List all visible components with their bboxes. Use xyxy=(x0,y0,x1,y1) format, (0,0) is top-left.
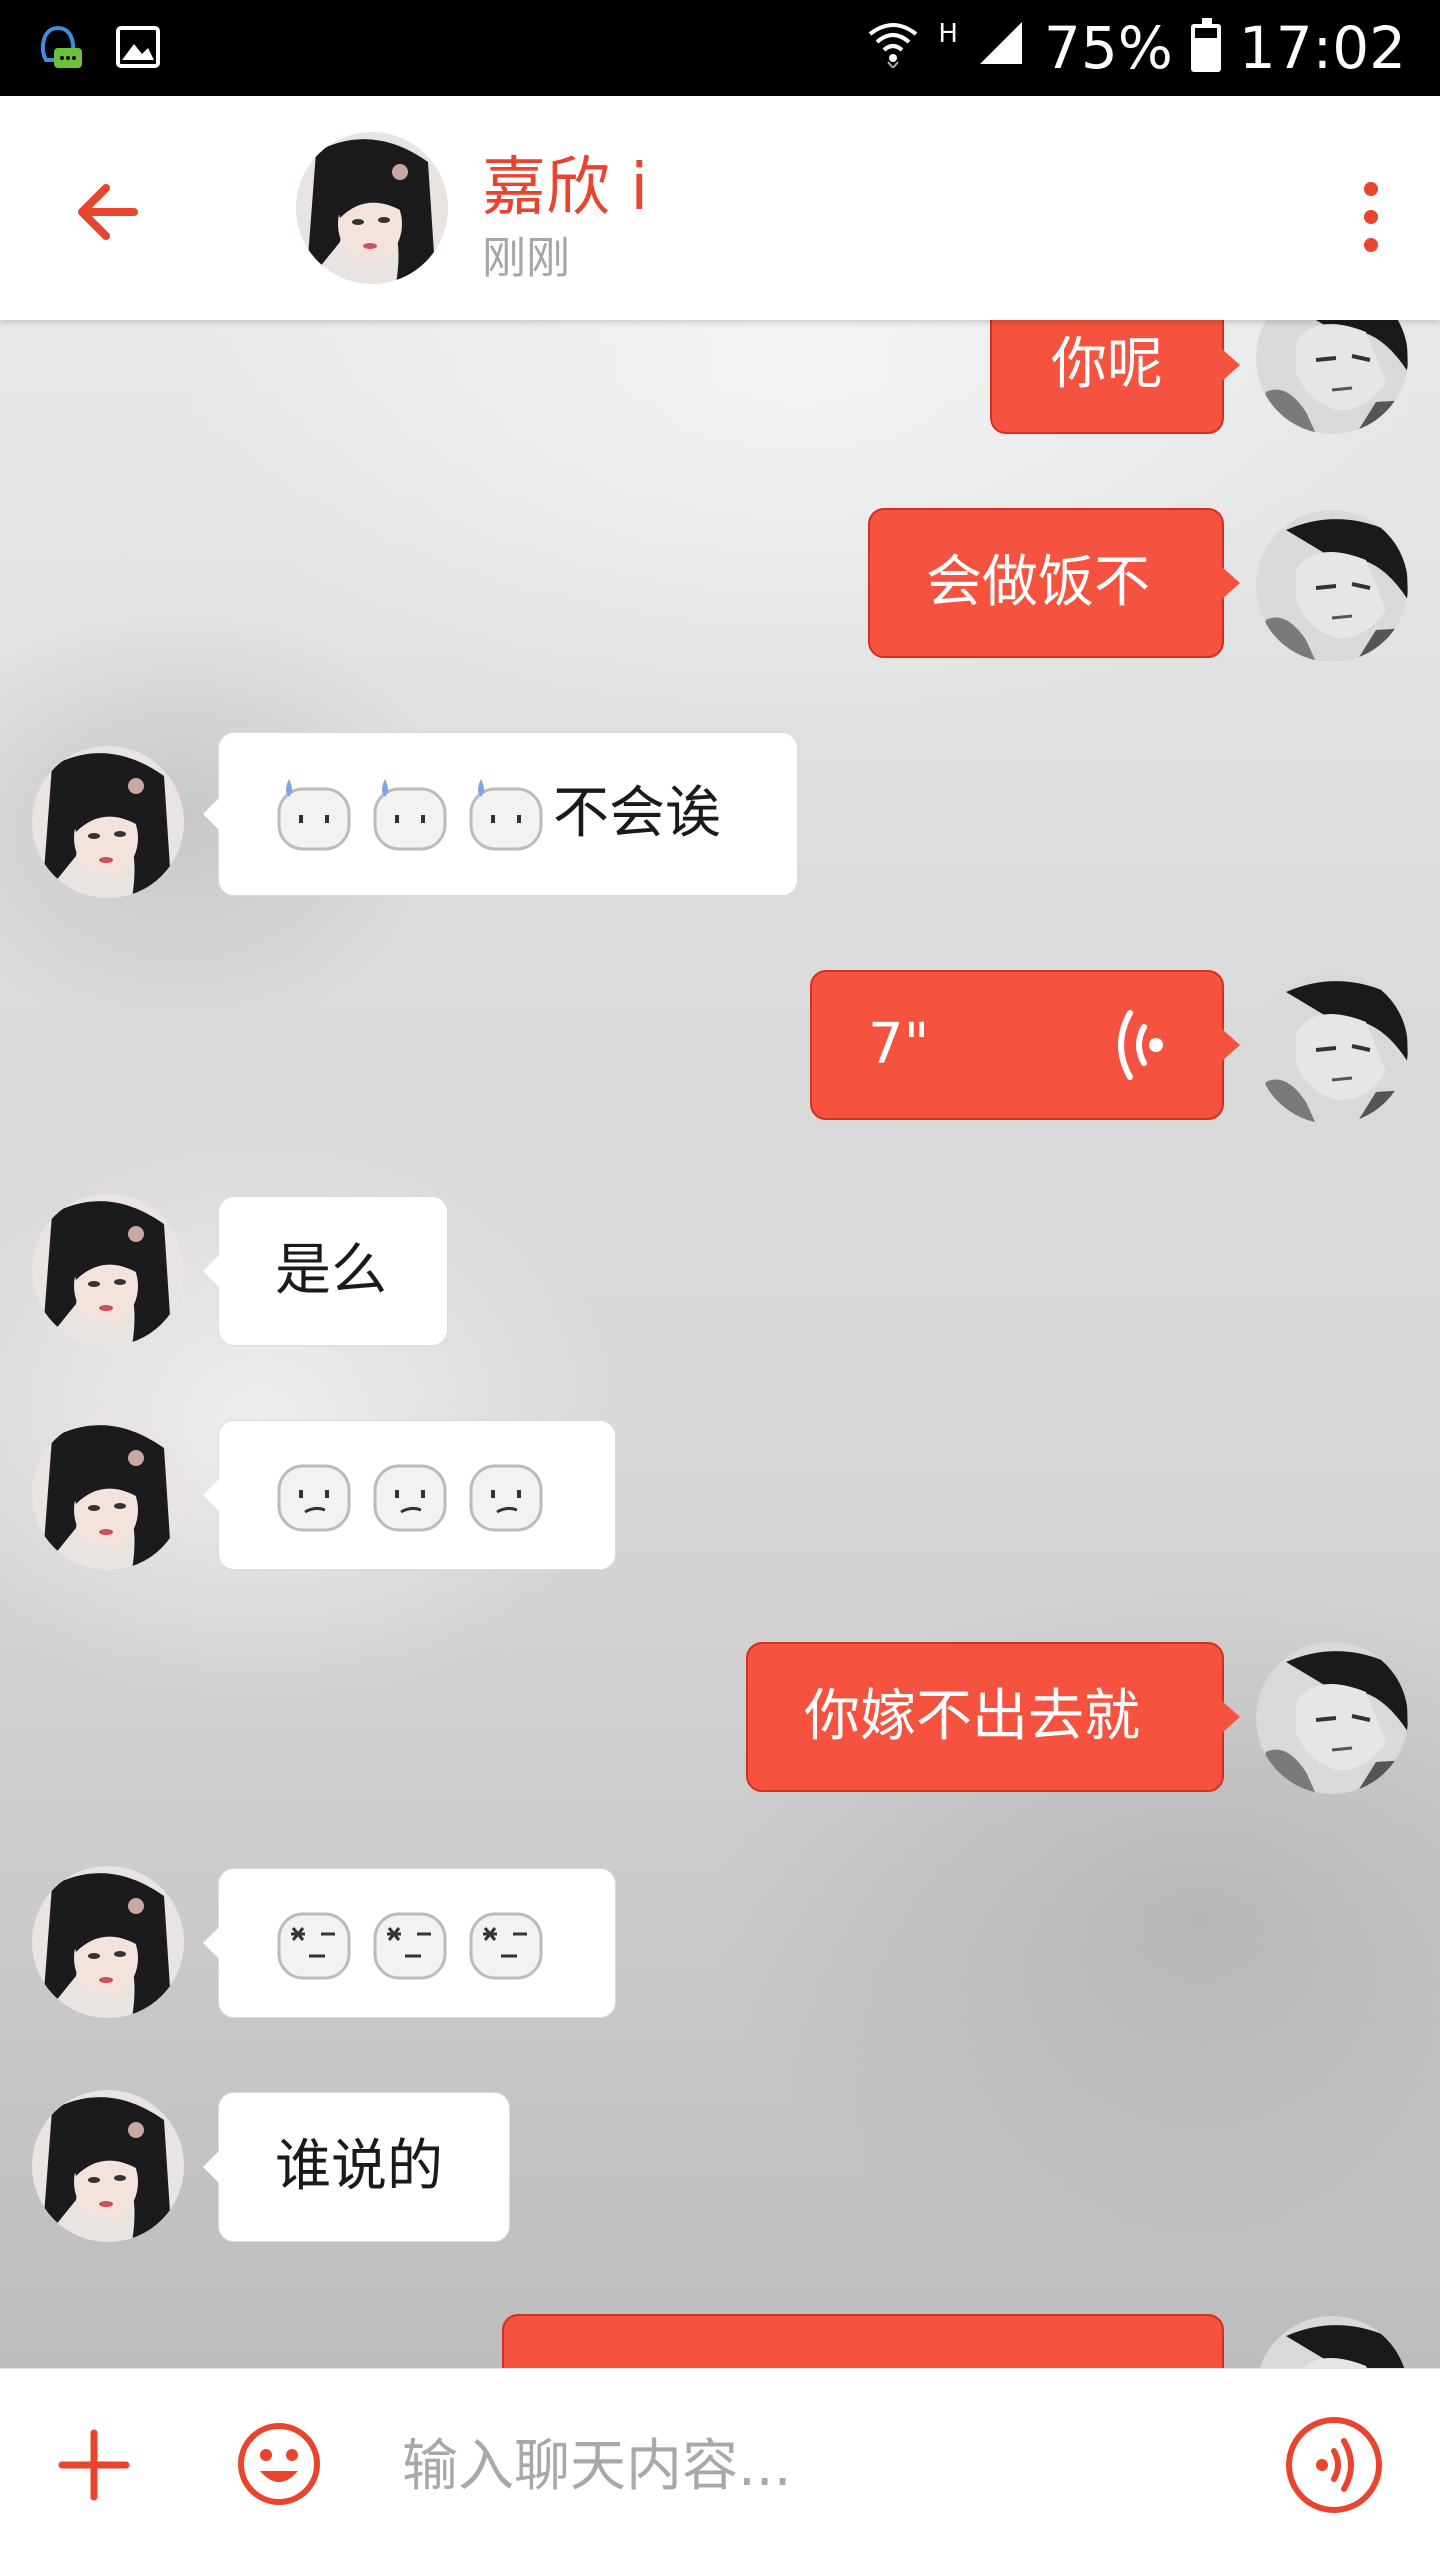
message-text: 不会诶 xyxy=(553,781,721,846)
outgoing-bubble[interactable]: 会做饭不 xyxy=(868,508,1240,658)
voice-duration: 7" xyxy=(868,1012,930,1077)
confused-emoji xyxy=(373,1464,447,1532)
emoji-button[interactable] xyxy=(236,2421,322,2507)
dizzy-emoji xyxy=(373,1912,447,1980)
my-avatar[interactable] xyxy=(1256,320,1408,434)
voice-playback-icon xyxy=(1118,1010,1163,1080)
contact-message-avatar[interactable] xyxy=(32,1194,184,1346)
message-input-bar xyxy=(0,2368,1440,2561)
battery-icon xyxy=(1190,18,1221,72)
voice-input-button[interactable] xyxy=(1284,2415,1384,2515)
network-type: H xyxy=(938,19,958,49)
attach-button[interactable] xyxy=(56,2427,132,2503)
incoming-bubble[interactable]: 谁说的 xyxy=(203,2092,510,2242)
sweat-emoji xyxy=(469,777,543,851)
dizzy-emoji xyxy=(469,1912,543,1980)
clock: 17:02 xyxy=(1238,14,1406,82)
voice-message-bubble[interactable]: 7" xyxy=(810,970,1240,1120)
chat-header: 嘉欣 i 刚刚 xyxy=(0,96,1440,320)
plus-icon xyxy=(58,2429,130,2501)
contact-message-avatar[interactable] xyxy=(32,2090,184,2242)
message-text: 谁说的 xyxy=(275,2134,443,2199)
image-notification-icon xyxy=(112,20,166,74)
contact-message-avatar[interactable] xyxy=(32,746,184,898)
chat-text-input[interactable] xyxy=(400,2409,1224,2523)
battery-percent: 75% xyxy=(1043,14,1173,82)
incoming-bubble[interactable]: 不会诶 xyxy=(203,732,798,896)
confused-emoji xyxy=(469,1464,543,1532)
back-button[interactable] xyxy=(62,164,158,260)
my-avatar[interactable] xyxy=(1256,2316,1408,2368)
contact-message-avatar[interactable] xyxy=(32,1418,184,1570)
sweat-emoji xyxy=(277,777,351,851)
incoming-bubble[interactable]: 是么 xyxy=(203,1196,448,1346)
wifi-icon xyxy=(866,14,920,82)
outgoing-bubble[interactable] xyxy=(502,2314,1224,2368)
cell-signal-icon xyxy=(976,14,1026,82)
confused-emoji xyxy=(277,1464,351,1532)
message-text: 你嫁不出去就 xyxy=(804,1684,1140,1749)
outgoing-bubble[interactable]: 你嫁不出去就 xyxy=(746,1642,1240,1792)
contact-name: 嘉欣 i xyxy=(482,151,649,225)
message-text: 你呢 xyxy=(1051,332,1163,397)
incoming-bubble[interactable] xyxy=(203,1420,616,1570)
my-avatar[interactable] xyxy=(1256,1642,1408,1794)
dizzy-emoji xyxy=(277,1912,351,1980)
more-vertical-icon xyxy=(1364,182,1378,196)
back-arrow-icon xyxy=(78,184,138,240)
more-options-button[interactable] xyxy=(1340,168,1400,264)
sweat-emoji xyxy=(373,777,447,851)
contact-avatar[interactable] xyxy=(296,132,448,284)
voice-icon xyxy=(1286,2417,1382,2513)
smiley-icon xyxy=(238,2423,320,2505)
my-avatar[interactable] xyxy=(1256,510,1408,662)
qq-notification-icon xyxy=(32,20,86,74)
message-text: 会做饭不 xyxy=(926,550,1150,615)
contact-message-avatar[interactable] xyxy=(32,1866,184,2018)
message-text: 是么 xyxy=(275,1238,387,1303)
last-seen-status: 刚刚 xyxy=(482,233,570,284)
my-avatar[interactable] xyxy=(1256,972,1408,1124)
incoming-bubble[interactable] xyxy=(203,1868,616,2018)
chat-message-list[interactable]: 你呢 会做饭不 不会诶 7" 是么 你嫁不出去就 谁说的 xyxy=(0,320,1440,2368)
status-bar: H 75% 17:02 xyxy=(0,0,1440,96)
outgoing-bubble[interactable]: 你呢 xyxy=(990,320,1240,434)
